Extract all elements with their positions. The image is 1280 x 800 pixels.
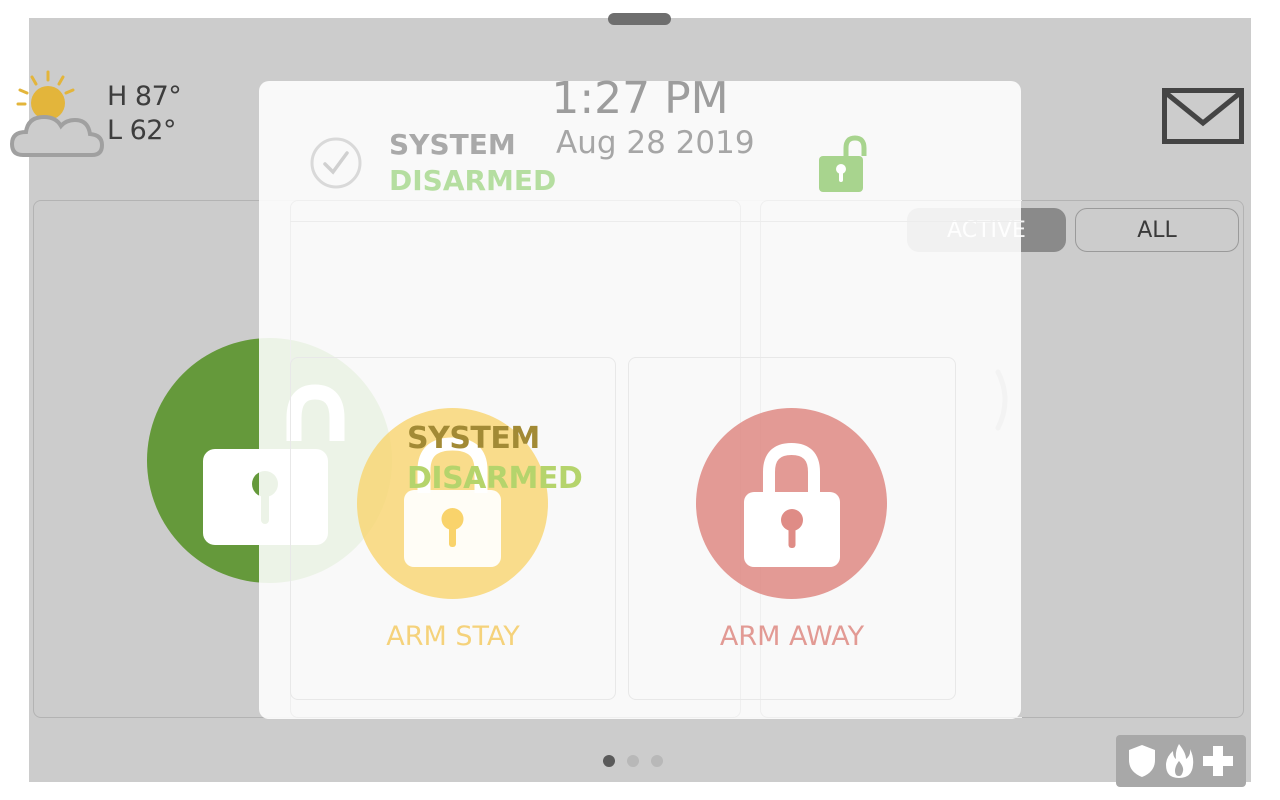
status-line-2: DISARMED [407,461,583,496]
divider [290,221,1021,222]
temperature-low: L 62° [107,115,176,146]
page-dot[interactable] [627,755,639,767]
page-dot[interactable] [603,755,615,767]
page-dot[interactable] [651,755,663,767]
medical-cross-icon [1203,746,1233,776]
mail-icon[interactable] [1162,88,1244,144]
status-line-1: SYSTEM [407,421,540,456]
fire-icon [1166,744,1194,778]
lock-icon[interactable] [696,408,887,599]
page-indicator [603,755,663,767]
pull-down-handle[interactable] [608,13,671,25]
unlock-icon [819,135,867,192]
temperature-high: H 87° [107,81,182,112]
clock-date: Aug 28 2019 [556,125,755,161]
clock-time: 1:27 PM [551,73,729,124]
shield-icon [1129,745,1155,777]
arm-stay-label[interactable]: ARM STAY [290,621,616,652]
emergency-button[interactable] [1116,735,1246,787]
arm-away-label[interactable]: ARM AWAY [628,621,956,652]
partly-cloudy-icon [9,70,105,157]
filter-all-button[interactable]: ALL [1075,208,1239,252]
check-icon [310,137,362,189]
status-line-2: DISARMED [389,164,557,197]
status-line-1: SYSTEM [389,128,516,161]
